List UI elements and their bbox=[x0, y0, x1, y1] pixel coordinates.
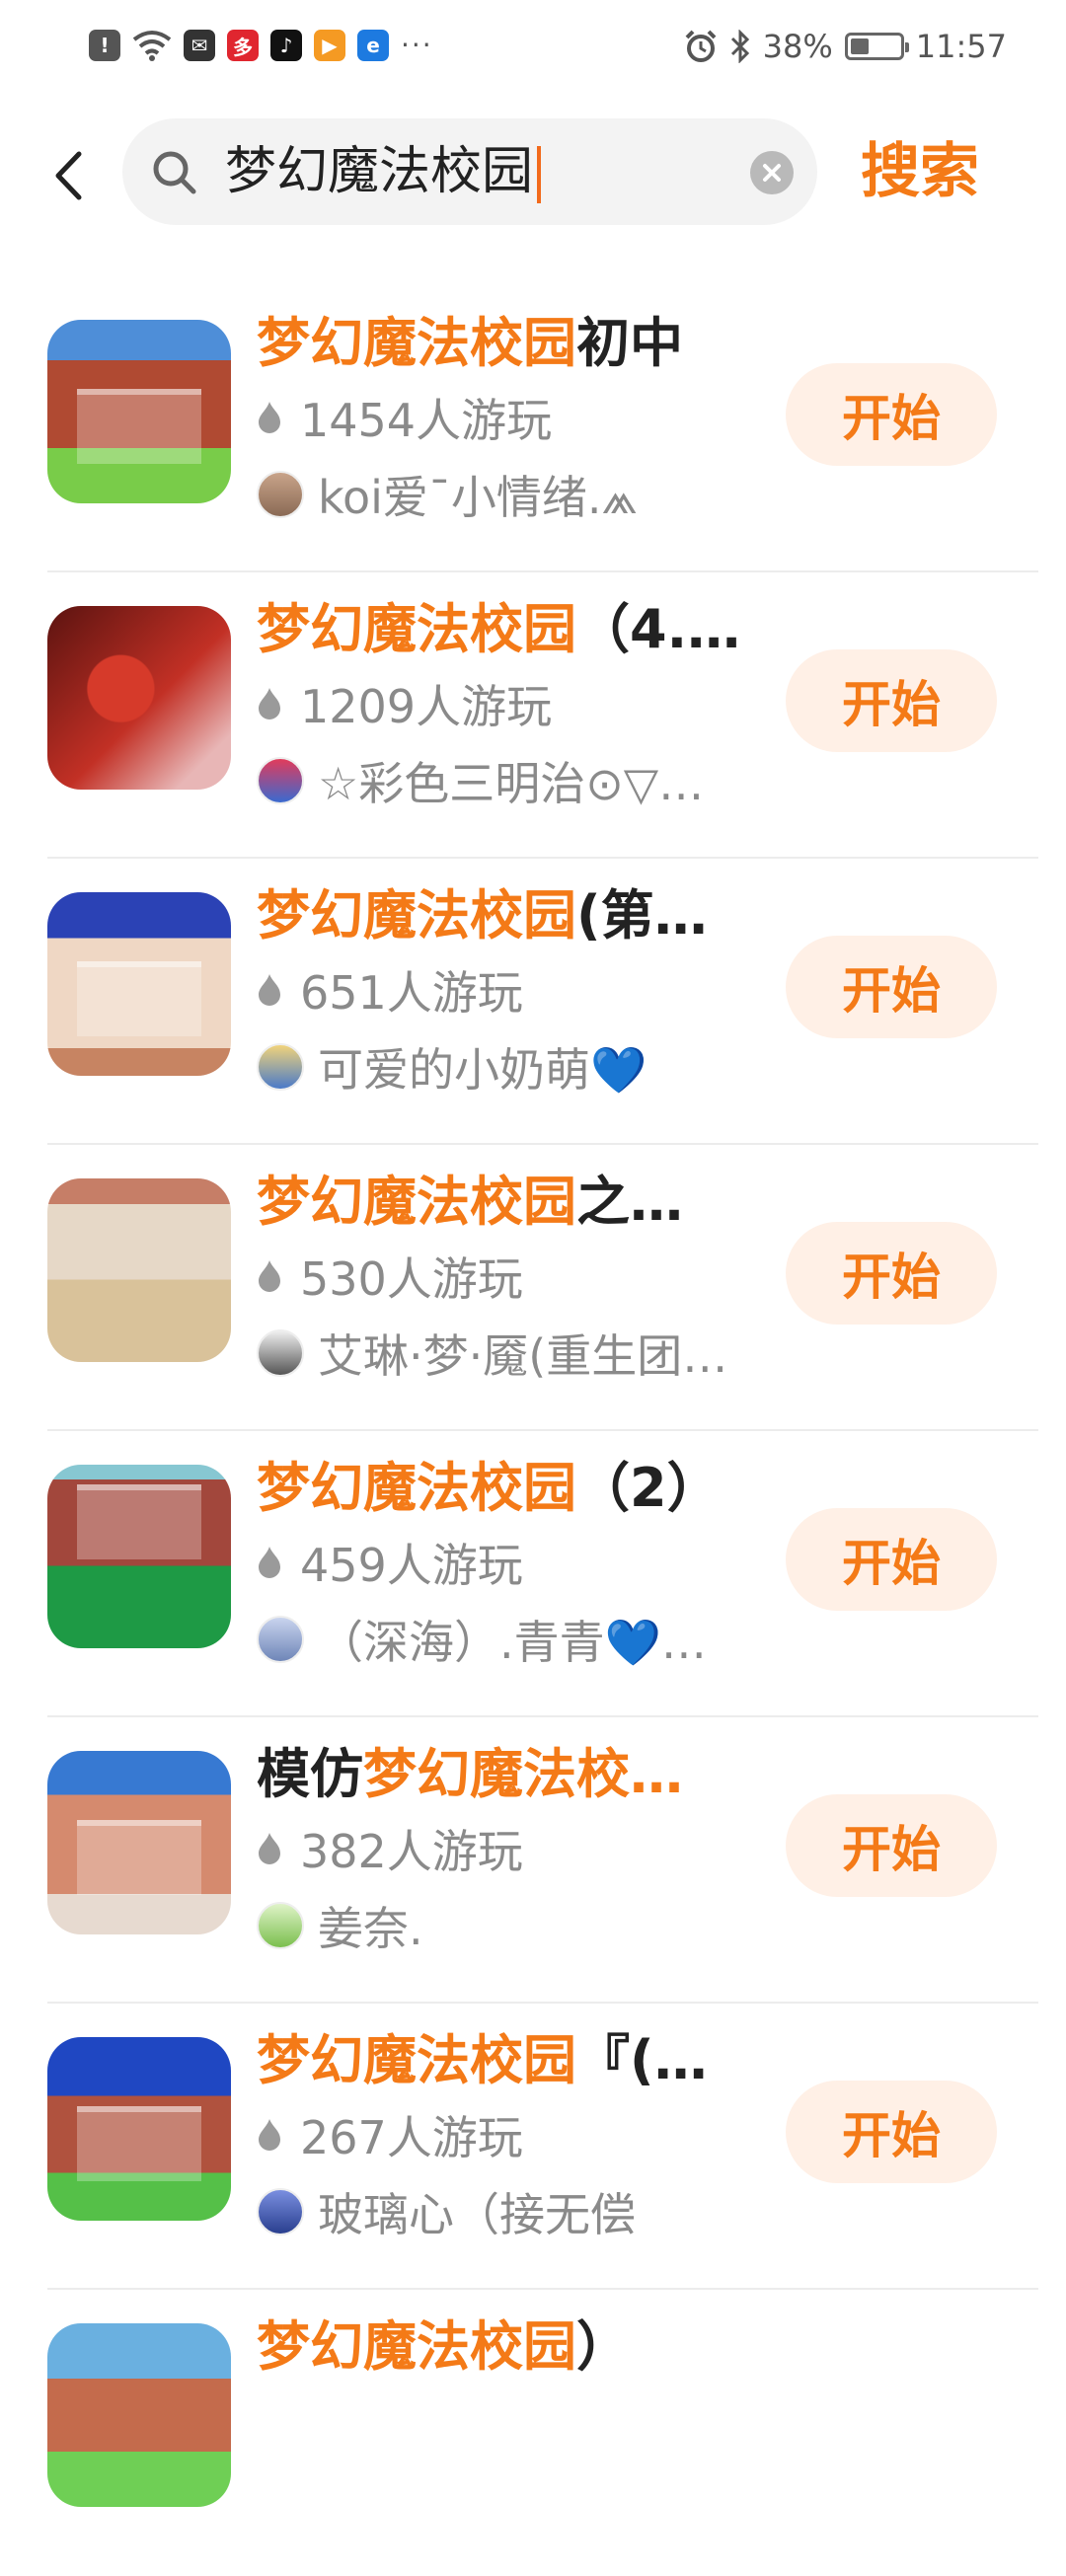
search-header: 梦幻魔法校园 搜索 bbox=[0, 118, 1066, 227]
list-item[interactable]: 梦幻魔法校园之… 530人游玩 艾琳·梦·魇(重生团… 开始 bbox=[0, 1145, 1066, 1431]
system-icons: 38% 11:57 bbox=[684, 28, 1007, 65]
list-item[interactable]: 模仿梦幻魔法校… 382人游玩 姜奈. 开始 bbox=[0, 1717, 1066, 2004]
game-thumbnail bbox=[47, 1465, 231, 1648]
browser-app-icon: e bbox=[357, 30, 389, 61]
start-button[interactable]: 开始 bbox=[786, 1794, 997, 1897]
flame-icon bbox=[259, 1260, 280, 1292]
alert-icon: ! bbox=[89, 30, 120, 61]
alarm-icon bbox=[685, 30, 717, 62]
author: ☆彩色三明治⊙▽… bbox=[257, 748, 704, 813]
flame-icon bbox=[259, 2119, 280, 2151]
flame-icon bbox=[259, 1833, 280, 1864]
tiktok-app-icon: ♪ bbox=[270, 30, 302, 61]
game-title: 模仿梦幻魔法校… bbox=[257, 1743, 683, 1805]
flame-icon bbox=[259, 688, 280, 720]
play-count: 382人游玩 bbox=[257, 1816, 523, 1881]
battery-icon bbox=[844, 33, 909, 60]
results-list: 梦幻魔法校园初中 1454人游玩 koi爱¯小情绪.⩕ 开始 梦幻魔法校园（4.… bbox=[0, 286, 1066, 2576]
back-arrow-icon bbox=[55, 151, 82, 200]
list-item[interactable]: 梦幻魔法校园） bbox=[0, 2290, 1066, 2576]
start-button[interactable]: 开始 bbox=[786, 1222, 997, 1325]
more-notifications-icon: ··· bbox=[401, 29, 433, 61]
game-thumbnail bbox=[47, 320, 231, 503]
video-app-icon: ▶ bbox=[314, 30, 345, 61]
avatar bbox=[257, 2188, 304, 2235]
battery-percent: 38% bbox=[762, 28, 833, 65]
play-count: 267人游玩 bbox=[257, 2102, 523, 2167]
avatar bbox=[257, 471, 304, 518]
back-button[interactable] bbox=[43, 146, 93, 205]
game-title: 梦幻魔法校园（4.… bbox=[257, 598, 741, 660]
wifi-icon bbox=[132, 31, 172, 61]
text-caret bbox=[537, 146, 542, 203]
search-query-text: 梦幻魔法校园 bbox=[225, 142, 534, 201]
game-thumbnail bbox=[47, 606, 231, 790]
game-title: 梦幻魔法校园(第… bbox=[257, 884, 708, 947]
status-bar: ! ✉ 多 ♪ ▶ e ··· 38% 11:57 bbox=[0, 0, 1066, 109]
start-button[interactable]: 开始 bbox=[786, 363, 997, 466]
notification-icons: ! ✉ 多 ♪ ▶ e ··· bbox=[89, 30, 433, 61]
avatar bbox=[257, 757, 304, 804]
list-item[interactable]: 梦幻魔法校园初中 1454人游玩 koi爱¯小情绪.⩕ 开始 bbox=[0, 286, 1066, 572]
avatar bbox=[257, 1043, 304, 1091]
play-count: 651人游玩 bbox=[257, 957, 523, 1023]
game-thumbnail bbox=[47, 1751, 231, 1934]
game-thumbnail bbox=[47, 2323, 231, 2507]
start-button[interactable]: 开始 bbox=[786, 936, 997, 1038]
avatar bbox=[257, 1902, 304, 1949]
play-count: 1454人游玩 bbox=[257, 385, 552, 450]
game-title: 梦幻魔法校园（2） bbox=[257, 1457, 721, 1519]
play-count: 1209人游玩 bbox=[257, 671, 552, 736]
list-item[interactable]: 梦幻魔法校园（2） 459人游玩 （深海）.青青💙… 开始 bbox=[0, 1431, 1066, 1717]
play-count: 530人游玩 bbox=[257, 1244, 523, 1309]
game-title: 梦幻魔法校园初中 bbox=[257, 312, 683, 374]
author: 玻璃心（接无偿 bbox=[257, 2179, 636, 2244]
search-query-wrap: 梦幻魔法校园 bbox=[225, 136, 542, 207]
game-thumbnail bbox=[47, 1178, 231, 1362]
search-button[interactable]: 搜索 bbox=[861, 134, 979, 209]
search-input[interactable]: 梦幻魔法校园 bbox=[122, 118, 817, 225]
start-button[interactable]: 开始 bbox=[786, 649, 997, 752]
game-title: 梦幻魔法校园『(… bbox=[257, 2029, 708, 2091]
author: koi爱¯小情绪.⩕ bbox=[257, 462, 638, 527]
author: （深海）.青青💙… bbox=[257, 1607, 707, 1672]
mail-app-icon: ✉ bbox=[184, 30, 215, 61]
game-title: 梦幻魔法校园） bbox=[257, 2315, 630, 2378]
bluetooth-icon bbox=[730, 30, 749, 63]
flame-icon bbox=[259, 1547, 280, 1578]
author: 可爱的小奶萌💙 bbox=[257, 1034, 647, 1099]
list-item[interactable]: 梦幻魔法校园『(… 267人游玩 玻璃心（接无偿 开始 bbox=[0, 2004, 1066, 2290]
author: 姜奈. bbox=[257, 1893, 423, 1958]
play-count: 459人游玩 bbox=[257, 1530, 523, 1595]
clear-icon bbox=[763, 164, 781, 182]
game-thumbnail bbox=[47, 2037, 231, 2221]
flame-icon bbox=[259, 402, 280, 433]
start-button[interactable]: 开始 bbox=[786, 2081, 997, 2183]
author: 艾琳·梦·魇(重生团… bbox=[257, 1321, 727, 1386]
start-button[interactable]: 开始 bbox=[786, 1508, 997, 1611]
avatar bbox=[257, 1616, 304, 1663]
flame-icon bbox=[259, 974, 280, 1006]
clock: 11:57 bbox=[915, 28, 1007, 65]
game-title: 梦幻魔法校园之… bbox=[257, 1171, 683, 1233]
clear-button[interactable] bbox=[750, 151, 794, 194]
avatar bbox=[257, 1329, 304, 1377]
search-icon bbox=[153, 151, 196, 194]
list-item[interactable]: 梦幻魔法校园（4.… 1209人游玩 ☆彩色三明治⊙▽… 开始 bbox=[0, 572, 1066, 859]
list-item[interactable]: 梦幻魔法校园(第… 651人游玩 可爱的小奶萌💙 开始 bbox=[0, 859, 1066, 1145]
game-thumbnail bbox=[47, 892, 231, 1076]
shopping-app-icon: 多 bbox=[227, 30, 259, 61]
